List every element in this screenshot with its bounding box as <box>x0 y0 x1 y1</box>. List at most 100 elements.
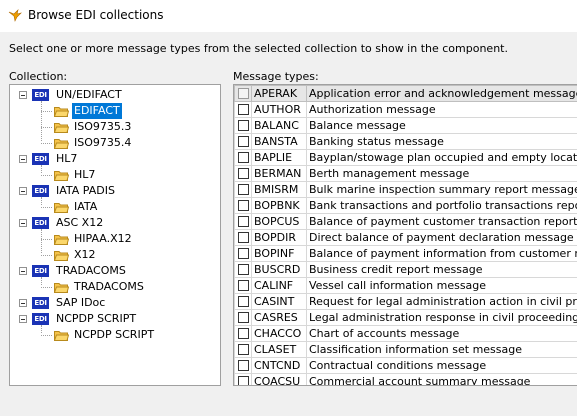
collapse-toggle-icon[interactable] <box>19 219 27 227</box>
tree-leaf-label: EDIFACT <box>72 103 122 119</box>
collapse-toggle-icon[interactable] <box>19 91 27 99</box>
tree-leaf-3-0[interactable]: HIPAA.X12 <box>10 231 220 247</box>
message-checkbox[interactable] <box>238 343 249 355</box>
collapse-toggle-icon[interactable] <box>19 315 27 323</box>
message-row[interactable]: COACSU Commercial account summary message <box>234 373 577 385</box>
message-row[interactable]: CNTCND Contractual conditions message <box>234 357 577 374</box>
message-code: BALANC <box>251 117 307 134</box>
tree-node-label: NCPDP SCRIPT <box>56 312 137 325</box>
message-row[interactable]: APERAK Application error and acknowledgem… <box>234 85 577 102</box>
tree-leaf-label: TRADACOMS <box>74 280 144 293</box>
message-checkbox[interactable] <box>238 199 249 211</box>
tree-node-label: UN/EDIFACT <box>56 88 122 101</box>
message-row[interactable]: AUTHOR Authorization message <box>234 101 577 118</box>
tree-leaf-4-0[interactable]: TRADACOMS <box>10 279 220 295</box>
folder-icon <box>54 107 69 117</box>
message-row[interactable]: CASRES Legal administration response in c… <box>234 309 577 326</box>
tree-leaf-label: IATA <box>74 200 98 213</box>
message-row[interactable]: CALINF Vessel call information message <box>234 277 577 294</box>
tree-leaf-6-0[interactable]: NCPDP SCRIPT <box>10 327 220 343</box>
message-row[interactable]: BMISRM Bulk marine inspection summary rep… <box>234 181 577 198</box>
message-row[interactable]: BOPINF Balance of payment information fro… <box>234 245 577 262</box>
message-row[interactable]: CLASET Classification information set mes… <box>234 341 577 358</box>
message-checkbox[interactable] <box>238 119 249 131</box>
message-description: Vessel call information message <box>306 277 577 294</box>
checkbox-cell <box>234 293 252 310</box>
message-checkbox[interactable] <box>238 247 249 259</box>
checkbox-cell <box>234 325 252 342</box>
checkbox-cell <box>234 357 252 374</box>
message-row[interactable]: BALANC Balance message <box>234 117 577 134</box>
message-checkbox[interactable] <box>238 263 249 275</box>
tree-leaf-0-2[interactable]: ISO9735.4 <box>10 135 220 151</box>
message-code: CASRES <box>251 309 307 326</box>
checkbox-cell <box>234 133 252 150</box>
message-row[interactable]: BUSCRD Business credit report message <box>234 261 577 278</box>
checkbox-cell <box>234 277 252 294</box>
message-checkbox[interactable] <box>238 103 249 115</box>
message-checkbox[interactable] <box>238 135 249 147</box>
message-checkbox[interactable] <box>238 359 249 371</box>
tree-leaf-3-1[interactable]: X12 <box>10 247 220 263</box>
message-description: Direct balance of payment declaration me… <box>306 229 577 246</box>
message-row[interactable]: BOPBNK Bank transactions and portfolio tr… <box>234 197 577 214</box>
message-checkbox[interactable] <box>238 183 249 195</box>
message-checkbox[interactable] <box>238 87 249 99</box>
message-row[interactable]: BOPCUS Balance of payment customer transa… <box>234 213 577 230</box>
tree-node-label: SAP IDoc <box>56 296 106 309</box>
message-checkbox[interactable] <box>238 295 249 307</box>
collapse-toggle-icon[interactable] <box>19 267 27 275</box>
message-types-grid[interactable]: APERAK Application error and acknowledgem… <box>233 84 577 386</box>
edi-icon: EDI <box>32 185 49 197</box>
checkbox-cell <box>234 245 252 262</box>
message-description: Chart of accounts message <box>306 325 577 342</box>
message-row[interactable]: BAPLIE Bayplan/stowage plan occupied and … <box>234 149 577 166</box>
tree-leaf-2-0[interactable]: IATA <box>10 199 220 215</box>
folder-icon <box>54 235 69 245</box>
message-row[interactable]: BOPDIR Direct balance of payment declarat… <box>234 229 577 246</box>
tree-leaf-0-0[interactable]: EDIFACT <box>10 103 220 119</box>
tree-leaf-label: ISO9735.3 <box>74 120 132 133</box>
message-row[interactable]: CHACCO Chart of accounts message <box>234 325 577 342</box>
checkbox-cell <box>234 373 252 385</box>
checkbox-cell <box>234 117 252 134</box>
tree-node-5[interactable]: EDI SAP IDoc <box>10 295 220 311</box>
message-checkbox[interactable] <box>238 279 249 291</box>
collection-label: Collection: <box>9 70 68 83</box>
tree-leaf-label: X12 <box>74 248 96 261</box>
message-row[interactable]: BANSTA Banking status message <box>234 133 577 150</box>
message-row[interactable]: BERMAN Berth management message <box>234 165 577 182</box>
tree-node-label: ASC X12 <box>56 216 104 229</box>
collection-tree[interactable]: EDI UN/EDIFACT EDIFACT ISO9735.3 ISO9735.4 ED… <box>9 84 221 386</box>
message-checkbox[interactable] <box>238 215 249 227</box>
message-description: Business credit report message <box>306 261 577 278</box>
tree-leaf-1-0[interactable]: HL7 <box>10 167 220 183</box>
tree-node-label: TRADACOMS <box>56 264 126 277</box>
folder-icon <box>54 251 69 261</box>
message-description: Commercial account summary message <box>306 373 577 385</box>
message-description: Bayplan/stowage plan occupied and empty … <box>306 149 577 166</box>
tree-node-label: IATA PADIS <box>56 184 115 197</box>
message-checkbox[interactable] <box>238 375 249 385</box>
collapse-toggle-icon[interactable] <box>19 187 27 195</box>
message-code: CHACCO <box>251 325 307 342</box>
altova-bird-icon <box>8 9 22 22</box>
message-checkbox[interactable] <box>238 231 249 243</box>
checkbox-cell <box>234 341 252 358</box>
checkbox-cell <box>234 261 252 278</box>
checkbox-cell <box>234 181 252 198</box>
collapse-toggle-icon[interactable] <box>19 299 27 307</box>
message-description: Request for legal administration action … <box>306 293 577 310</box>
message-description: Balance message <box>306 117 577 134</box>
collapse-toggle-icon[interactable] <box>19 155 27 163</box>
tree-leaf-0-1[interactable]: ISO9735.3 <box>10 119 220 135</box>
message-row[interactable]: CASINT Request for legal administration a… <box>234 293 577 310</box>
message-description: Bulk marine inspection summary report me… <box>306 181 577 198</box>
message-checkbox[interactable] <box>238 327 249 339</box>
message-checkbox[interactable] <box>238 311 249 323</box>
message-code: CALINF <box>251 277 307 294</box>
message-checkbox[interactable] <box>238 167 249 179</box>
message-checkbox[interactable] <box>238 151 249 163</box>
message-code: BAPLIE <box>251 149 307 166</box>
tree-leaf-label: NCPDP SCRIPT <box>74 328 155 341</box>
